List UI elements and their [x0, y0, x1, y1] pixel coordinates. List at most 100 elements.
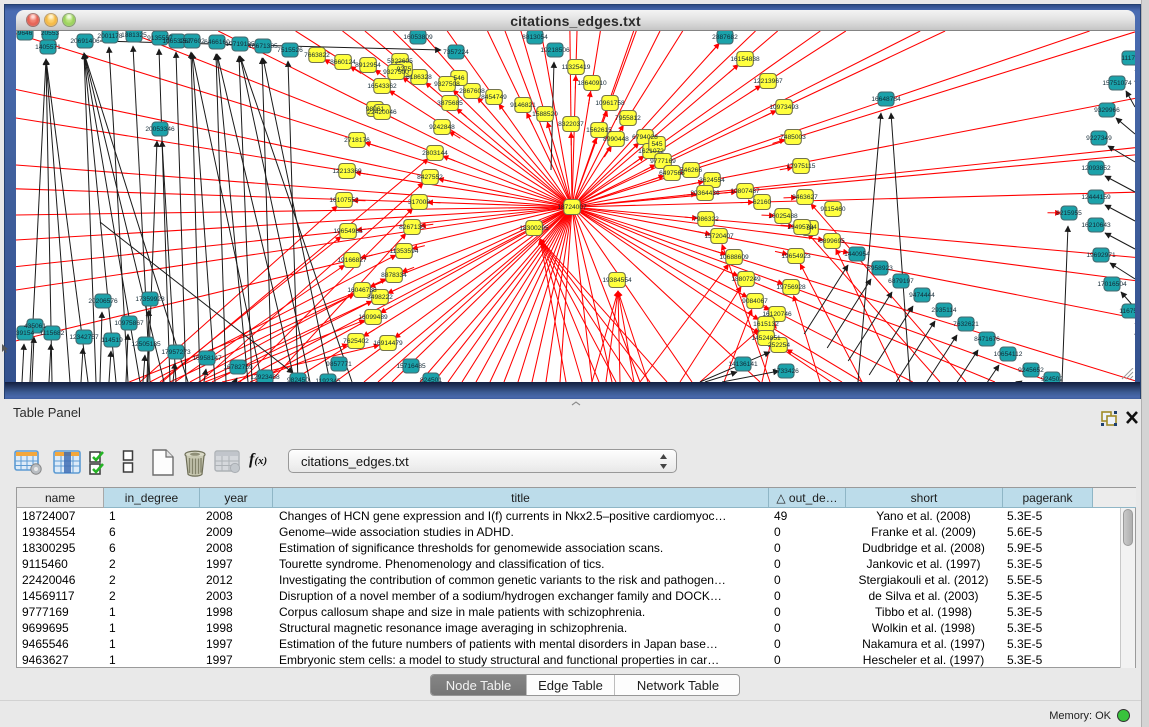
svg-text:746266: 746266	[680, 167, 702, 174]
svg-text:116753: 116753	[1119, 308, 1135, 315]
svg-text:7632621: 7632621	[953, 321, 979, 328]
svg-text:1621072: 1621072	[638, 148, 664, 155]
svg-text:18724007: 18724007	[557, 204, 587, 211]
svg-text:1115682: 1115682	[40, 330, 65, 337]
svg-text:19654923: 19654923	[781, 253, 811, 260]
svg-text:16046738: 16046738	[347, 287, 377, 294]
svg-text:7485003: 7485003	[780, 134, 806, 141]
svg-text:17359928: 17359928	[135, 296, 165, 303]
svg-text:14136141: 14136141	[728, 361, 758, 368]
svg-text:8958923: 8958923	[867, 265, 893, 272]
svg-text:16543362: 16543362	[367, 83, 397, 90]
svg-text:10961758: 10961758	[595, 100, 625, 107]
svg-text:2935114: 2935114	[931, 307, 957, 314]
svg-text:20553: 20553	[41, 31, 60, 37]
svg-text:19654988: 19654988	[333, 228, 363, 235]
svg-text:1192345: 1192345	[315, 378, 341, 382]
svg-text:1527602: 1527602	[179, 38, 205, 45]
svg-text:2867608: 2867608	[459, 88, 485, 95]
svg-text:14524851: 14524851	[751, 335, 781, 342]
svg-text:16671385: 16671385	[248, 43, 278, 50]
svg-text:7515526: 7515526	[277, 47, 303, 54]
svg-text:12923468: 12923468	[250, 374, 280, 381]
svg-text:6879197: 6879197	[888, 278, 914, 285]
svg-text:9646: 9646	[18, 31, 33, 37]
svg-text:15751074: 15751074	[1102, 80, 1132, 87]
svg-text:9329966: 9329966	[1094, 107, 1120, 114]
svg-text:9242848: 9242848	[429, 124, 455, 131]
svg-text:545: 545	[651, 141, 662, 148]
svg-text:9084067: 9084067	[742, 298, 768, 305]
svg-text:9327508: 9327508	[434, 81, 460, 88]
svg-text:19166827: 19166827	[337, 257, 367, 264]
svg-text:824501: 824501	[420, 377, 442, 382]
svg-text:12505135: 12505135	[131, 341, 161, 348]
svg-text:2001178: 2001178	[97, 33, 123, 40]
svg-text:317008: 317008	[408, 199, 430, 206]
svg-text:16210643: 16210643	[1081, 222, 1111, 229]
svg-text:16154838: 16154838	[730, 56, 760, 63]
svg-text:16099489: 16099489	[358, 314, 388, 321]
svg-text:9115460: 9115460	[820, 206, 846, 213]
svg-text:5322605: 5322605	[387, 58, 413, 65]
svg-text:6899695: 6899695	[819, 238, 845, 245]
svg-text:10807487: 10807487	[730, 188, 760, 195]
svg-text:16782759: 16782759	[223, 364, 253, 371]
svg-text:17975115: 17975115	[787, 163, 816, 170]
svg-text:1405571: 1405571	[35, 44, 61, 51]
svg-text:1615132: 1615132	[753, 321, 779, 328]
svg-text:10975867: 10975867	[114, 320, 144, 327]
svg-text:1733426: 1733426	[773, 368, 799, 375]
svg-text:18807249: 18807249	[731, 276, 761, 283]
svg-text:1440954: 1440954	[844, 251, 870, 258]
svg-text:16958147: 16958147	[192, 355, 222, 362]
svg-text:8878334: 8878334	[381, 272, 407, 279]
svg-text:9146821: 9146821	[510, 102, 536, 109]
svg-text:62160: 62160	[753, 199, 772, 206]
svg-text:19384554: 19384554	[602, 277, 632, 284]
svg-text:7625402: 7625402	[343, 338, 369, 345]
svg-text:2803144: 2803144	[422, 150, 448, 157]
svg-text:12342757: 12342757	[69, 334, 99, 341]
svg-text:20364436: 20364436	[690, 190, 720, 197]
svg-text:11353594: 11353594	[390, 248, 419, 255]
svg-text:20691406: 20691406	[70, 38, 100, 45]
svg-text:16107552: 16107552	[329, 197, 359, 204]
svg-text:10654112: 10654112	[994, 351, 1023, 358]
svg-text:12093852: 12093852	[1081, 165, 1111, 172]
svg-text:8215955: 8215955	[1056, 210, 1082, 217]
svg-text:10973493: 10973493	[769, 104, 799, 111]
svg-text:20206576: 20206576	[88, 298, 118, 305]
svg-text:19495794: 19495794	[787, 224, 817, 231]
svg-text:3498222: 3498222	[367, 294, 393, 301]
svg-text:12444159: 12444159	[1081, 194, 1111, 201]
svg-text:2887682: 2887682	[712, 34, 738, 41]
svg-text:3875685: 3875685	[437, 100, 463, 107]
svg-text:8322037: 8322037	[558, 121, 584, 128]
svg-text:6794028: 6794028	[632, 134, 658, 141]
svg-text:16053809: 16053809	[403, 34, 433, 41]
svg-text:19218506: 19218506	[540, 47, 570, 54]
svg-text:19756928: 19756928	[776, 284, 806, 291]
svg-text:8186328: 8186328	[406, 74, 432, 81]
svg-text:9327500: 9327500	[383, 69, 409, 76]
svg-text:19692971: 19692971	[1086, 252, 1116, 259]
svg-text:114519: 114519	[101, 337, 123, 344]
svg-text:7663822: 7663822	[304, 52, 330, 59]
svg-text:22420046: 22420046	[367, 109, 397, 116]
svg-text:10025488: 10025488	[768, 213, 798, 220]
svg-text:11325419: 11325419	[562, 64, 591, 71]
svg-text:1562615: 1562615	[586, 127, 612, 134]
svg-text:15720407: 15720407	[704, 233, 734, 240]
svg-text:8990448: 8990448	[603, 136, 629, 143]
svg-text:252254: 252254	[768, 342, 790, 349]
svg-text:18640910: 18640910	[577, 80, 607, 87]
svg-text:9474444: 9474444	[909, 292, 935, 299]
svg-text:7986322: 7986322	[693, 216, 719, 223]
svg-text:8267130: 8267130	[399, 224, 425, 231]
svg-text:435061: 435061	[24, 323, 46, 330]
svg-text:15716485: 15716485	[396, 363, 426, 370]
svg-text:9857771: 9857771	[326, 361, 352, 368]
svg-text:17957273: 17957273	[161, 349, 191, 356]
svg-text:8813054: 8813054	[522, 34, 548, 41]
